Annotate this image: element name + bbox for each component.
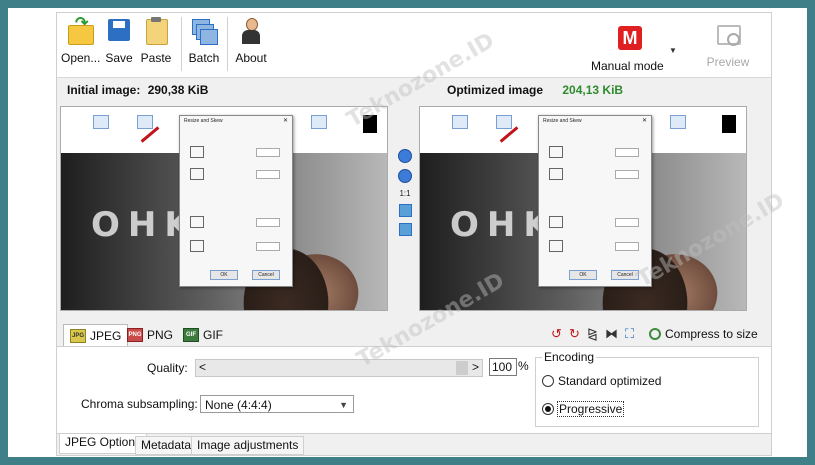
encoding-legend: Encoding	[542, 350, 597, 364]
chroma-value: None (4:4:4)	[205, 398, 272, 412]
clipboard-icon	[142, 17, 170, 45]
zoom-tools: 1:1	[397, 149, 413, 242]
optimized-image-label: Optimized image	[447, 83, 544, 97]
about-button[interactable]: About	[233, 17, 269, 65]
radio-standard-label: Standard optimized	[558, 374, 662, 388]
radio-progressive-label: Progressive	[556, 401, 625, 417]
png-icon: PNG	[127, 327, 143, 342]
crop-icon[interactable]: ⛶	[625, 326, 634, 342]
tab-png-label: PNG	[147, 327, 174, 342]
quality-label: Quality:	[147, 361, 188, 375]
radio-icon[interactable]	[542, 375, 554, 387]
split-view-icon[interactable]	[398, 223, 412, 236]
open-button[interactable]: ↷ Open...	[61, 16, 101, 66]
quality-unit: %	[518, 359, 529, 373]
bottom-tab-bar: JPEG Options Metadata Image adjustments	[57, 433, 771, 455]
save-label: Save	[105, 51, 133, 65]
toolbar-divider	[227, 17, 228, 71]
preview-label: Preview	[706, 55, 750, 69]
quality-slider[interactable]: < >	[195, 359, 483, 377]
radio-progressive[interactable]: Progressive	[542, 401, 625, 417]
quality-input[interactable]: 100	[489, 358, 517, 376]
dialog-cancel-button: Cancel	[611, 270, 639, 280]
toolbar-divider	[181, 17, 182, 71]
initial-image-header: Initial image: 290,38 KiB	[67, 83, 208, 97]
initial-image-label: Initial image:	[67, 83, 141, 97]
paste-button[interactable]: Paste	[139, 17, 173, 65]
about-label: About	[235, 51, 267, 65]
batch-images-icon	[190, 17, 218, 45]
batch-label: Batch	[188, 51, 220, 65]
slider-left-arrow[interactable]: <	[199, 360, 206, 375]
slider-thumb[interactable]	[456, 361, 468, 375]
save-button[interactable]: Save	[103, 17, 135, 65]
preview-button[interactable]: Preview	[703, 17, 753, 69]
compress-label: Compress to size	[665, 327, 758, 341]
rotate-left-icon[interactable]: ↺	[551, 326, 562, 342]
initial-image-pane[interactable]: OHK Resize and Skew ✕ OK Cancel	[60, 106, 388, 311]
dialog-ok-button: OK	[210, 270, 238, 280]
manual-mode-label[interactable]: Manual mode	[591, 59, 664, 73]
close-icon: ✕	[641, 118, 647, 124]
optimized-image-pane[interactable]: OHK Resize and Skew ✕ OK Cancel	[419, 106, 747, 311]
manual-mode-icon[interactable]: M	[618, 26, 642, 50]
resize-dialog-screenshot: Resize and Skew ✕ OK Cancel	[538, 115, 652, 287]
radio-standard-optimized[interactable]: Standard optimized	[542, 374, 661, 388]
optimized-image-header: Optimized image 204,13 KiB	[447, 83, 623, 97]
jpeg-icon: JPG	[70, 328, 86, 343]
tab-jpeg-options[interactable]: JPEG Options	[59, 434, 148, 454]
zoom-in-icon[interactable]	[398, 149, 412, 163]
dialog-title: Resize and Skew	[543, 118, 582, 124]
format-tab-bar: JPG JPEG PNG PNG GIF GIF ↺ ↻ ⧎ ⧓ ⛶ Compr…	[57, 322, 771, 347]
encoding-group: Encoding Standard optimized Progressive	[535, 350, 759, 427]
close-icon: ✕	[282, 118, 288, 124]
dialog-cancel-button: Cancel	[252, 270, 280, 280]
optimized-image-size: 204,13 KiB	[562, 83, 624, 97]
save-disk-icon	[105, 17, 133, 45]
open-label: Open...	[61, 51, 101, 65]
tab-jpeg[interactable]: JPG JPEG	[63, 324, 129, 346]
gif-icon: GIF	[183, 327, 199, 342]
tab-metadata[interactable]: Metadata	[135, 436, 198, 455]
zoom-out-icon[interactable]	[398, 169, 412, 183]
open-folder-icon: ↷	[66, 16, 94, 45]
flip-horizontal-icon[interactable]: ⧎	[587, 326, 598, 342]
tab-image-adjustments[interactable]: Image adjustments	[191, 436, 305, 455]
chevron-down-icon: ▼	[339, 400, 348, 410]
batch-button[interactable]: Batch	[187, 17, 221, 65]
tab-png[interactable]: PNG PNG	[121, 325, 179, 344]
tab-gif[interactable]: GIF GIF	[177, 325, 229, 344]
actual-size-button[interactable]: 1:1	[397, 189, 413, 198]
initial-image-size: 290,38 KiB	[147, 83, 209, 97]
tab-jpeg-label: JPEG	[90, 328, 122, 343]
radio-selected-icon[interactable]	[542, 403, 554, 415]
toolbar: ↷ Open... Save Paste Batch About M Manua…	[57, 13, 771, 78]
slider-right-arrow[interactable]: >	[472, 360, 479, 375]
flip-vertical-icon[interactable]: ⧓	[605, 326, 618, 342]
fit-window-icon[interactable]	[398, 204, 412, 217]
user-icon	[237, 17, 265, 45]
app-window: ↷ Open... Save Paste Batch About M Manua…	[56, 12, 772, 456]
preview-monitor-icon	[715, 23, 741, 49]
dialog-title: Resize and Skew	[184, 118, 223, 124]
screenshot-frame: ↷ Open... Save Paste Batch About M Manua…	[8, 8, 807, 457]
chroma-label: Chroma subsampling:	[81, 397, 198, 411]
chroma-subsampling-select[interactable]: None (4:4:4) ▼	[200, 395, 354, 413]
compress-to-size-button[interactable]: Compress to size	[649, 325, 758, 343]
dialog-ok-button: OK	[569, 270, 597, 280]
resize-dialog-screenshot: Resize and Skew ✕ OK Cancel	[179, 115, 293, 287]
rotate-right-icon[interactable]: ↻	[569, 326, 580, 342]
tab-gif-label: GIF	[203, 327, 223, 342]
gear-icon	[649, 328, 661, 340]
paste-label: Paste	[140, 51, 172, 65]
chevron-down-icon[interactable]: ▼	[669, 46, 677, 55]
jpeg-options-panel: Quality: < > 100 % Chroma subsampling: N…	[57, 347, 771, 433]
